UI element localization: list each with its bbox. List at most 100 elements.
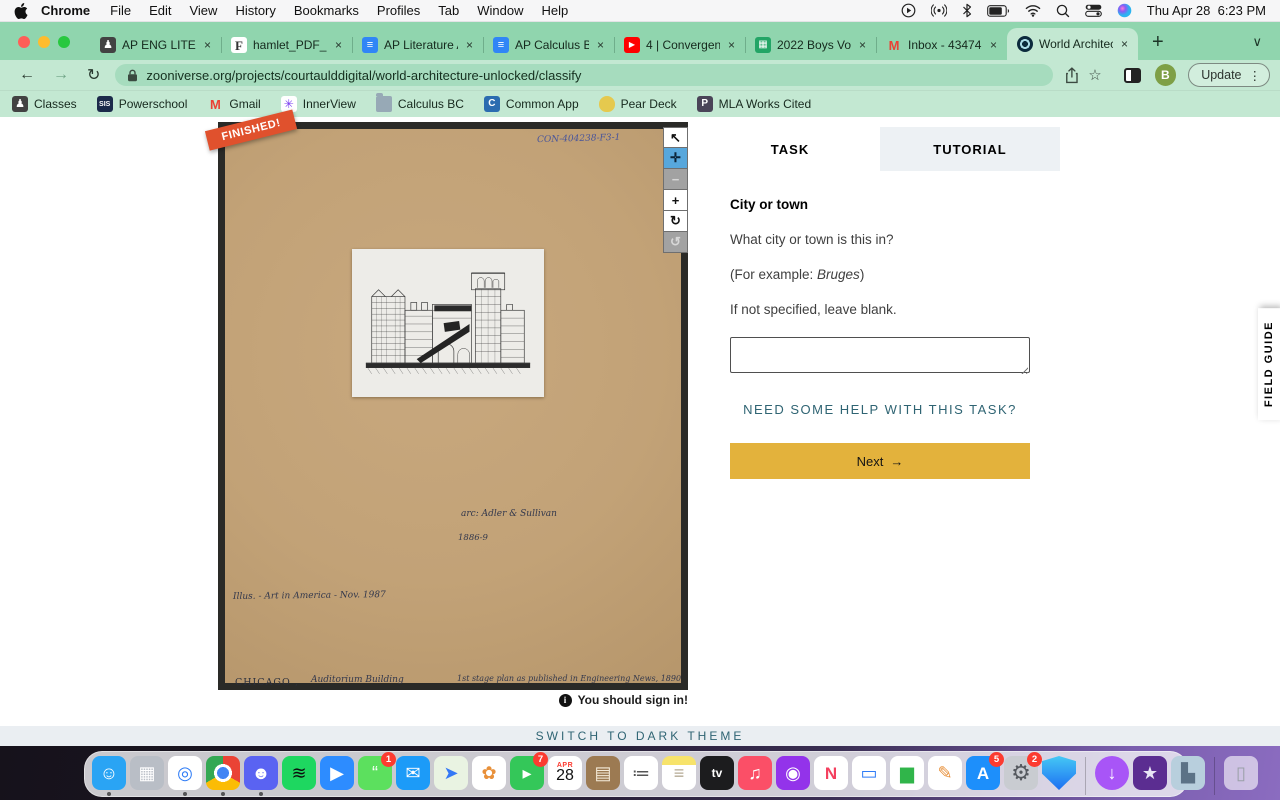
dock-notes-icon[interactable]: ≡ [661,755,697,797]
dock-music-icon[interactable]: ♫ [737,755,773,797]
dock-finder-icon[interactable]: ☺ [91,755,127,797]
chrome-update-button[interactable]: Update ⋮ [1188,63,1270,87]
dock-trash-icon[interactable]: ▯ [1223,755,1259,797]
share-icon[interactable] [1065,66,1079,84]
apple-menu-icon[interactable] [14,2,28,19]
browser-tab[interactable]: ≡ AP Calculus BC × [483,30,614,60]
menu-item-view[interactable]: View [180,3,226,18]
tab-task[interactable]: TASK [700,127,880,171]
pointer-tool-button[interactable]: ↖ [663,127,688,148]
browser-tab[interactable]: M Inbox - 43474@ × [876,30,1007,60]
close-icon[interactable]: × [857,38,868,52]
airdrop-icon[interactable] [930,3,947,18]
dock-photos-icon[interactable]: ✿ [471,755,507,797]
menu-item-bookmarks[interactable]: Bookmarks [285,3,368,18]
dock-mail-icon[interactable]: ✉ [395,755,431,797]
close-icon[interactable]: × [988,38,999,52]
siri-icon[interactable] [1117,3,1132,18]
bookmark-pear-deck[interactable]: Pear Deck [598,96,677,112]
bookmark-gmail[interactable]: M Gmail [207,96,261,112]
sidebar-toggle-icon[interactable] [1123,67,1141,83]
subject-viewer[interactable]: CON-404238-F3-1 arc: Adler & Sullivan 18… [218,122,688,690]
dock-keynote-icon[interactable]: ▭ [851,755,887,797]
close-icon[interactable]: × [333,38,344,52]
dock-facetime-icon[interactable]: ▸ 7 [509,752,548,797]
bookmark-classes[interactable]: ♟ Classes [12,96,77,112]
window-close-button[interactable] [18,36,30,48]
task-help-link[interactable]: NEED SOME HELP WITH THIS TASK? [730,402,1030,417]
bookmark-calculus-bc[interactable]: Calculus BC [375,93,464,112]
browser-tab[interactable]: World Architect × [1007,28,1138,60]
zoom-in-tool-button[interactable]: + [663,190,688,211]
dock-calendar-icon[interactable]: APR 28 [547,755,583,797]
menu-item-tab[interactable]: Tab [429,3,468,18]
dock-messages-icon[interactable]: “1 [357,752,396,797]
new-tab-button[interactable]: + [1152,31,1164,54]
field-guide-tab[interactable]: FIELD GUIDE [1258,308,1280,421]
menu-item-history[interactable]: History [226,3,284,18]
spotlight-icon[interactable] [1056,4,1070,18]
dock-numbers-icon[interactable]: ▆ [889,755,925,797]
browser-tab[interactable]: ▦ 2022 Boys Volle × [745,30,876,60]
bookmark-star-icon[interactable]: ☆ [1088,66,1101,84]
tab-search-chevron-icon[interactable]: ∨ [1252,34,1262,50]
dock-imovie-icon[interactable]: ★ [1132,755,1168,797]
dock-launchpad-icon[interactable]: ▦ [129,755,165,797]
dock-minimized-window-icon[interactable]: ▙ [1170,755,1206,797]
dock-vpn-shield-icon[interactable] [1041,755,1077,797]
rotate-tool-button[interactable]: ↻ [663,211,688,232]
dock-podcasts-icon[interactable]: ◉ [775,755,811,797]
browser-tab[interactable]: ≡ AP Literature A × [352,30,483,60]
kebab-menu-icon[interactable]: ⋮ [1249,68,1262,83]
reset-tool-button[interactable]: ↺ [663,232,688,253]
close-icon[interactable]: × [202,38,213,52]
dock-spotify-icon[interactable]: ≋ [281,755,317,797]
dock-chrome-icon[interactable] [205,755,241,797]
dock-app-store-icon[interactable]: A5 [965,752,1004,797]
dock-safari-icon[interactable]: ◎ [167,755,203,797]
browser-tab[interactable]: ▶ 4 | Convergent × [614,30,745,60]
dock-maps-icon[interactable]: ➤ [433,755,469,797]
dock-zoom-icon[interactable]: ▶ [319,755,355,797]
close-icon[interactable]: × [595,38,606,52]
dock-apple-tv-icon[interactable]: tv [699,755,735,797]
dock-discord-icon[interactable]: ☻ [243,755,279,797]
dock-system-settings-icon[interactable]: ⚙ 2 [1003,752,1042,797]
dock-contacts-icon[interactable]: ▤ [585,755,621,797]
close-icon[interactable]: × [1119,37,1130,51]
tab-tutorial[interactable]: TUTORIAL [880,127,1060,171]
forward-button[interactable]: → [44,66,78,84]
zoom-out-tool-button[interactable]: − [663,169,688,190]
browser-tab[interactable]: Fhamlet_PDF_Fo × [221,30,352,60]
menu-item-help[interactable]: Help [533,3,578,18]
bookmark-powerschool[interactable]: SIS Powerschool [96,96,187,112]
back-button[interactable]: ← [10,66,44,84]
switch-theme-link[interactable]: SWITCH TO DARK THEME [536,729,745,743]
close-icon[interactable]: × [464,38,475,52]
play-circle-icon[interactable] [901,3,916,18]
city-input[interactable] [730,337,1030,373]
next-button[interactable]: Next → [730,443,1030,479]
close-icon[interactable]: × [726,38,737,52]
menu-item-file[interactable]: File [101,3,140,18]
browser-tab[interactable]: ♟ AP ENG LITERA × [90,30,221,60]
dock-pages-icon[interactable]: ✎ [927,755,963,797]
menu-item-profiles[interactable]: Profiles [368,3,429,18]
bookmark-common-app[interactable]: C Common App [483,96,579,112]
bookmark-mla-works-cited[interactable]: P MLA Works Cited [696,96,811,112]
window-minimize-button[interactable] [38,36,50,48]
menu-item-edit[interactable]: Edit [140,3,180,18]
menu-item-chrome[interactable]: Chrome [32,3,101,18]
display-toggles-icon[interactable] [1084,4,1102,17]
dock-news-icon[interactable]: N [813,755,849,797]
dock-installer-icon[interactable]: ↓ [1094,755,1130,797]
reload-button[interactable]: ↻ [78,65,109,85]
battery-icon[interactable] [986,4,1010,17]
pan-tool-button[interactable]: ✛ [663,148,688,169]
dock-reminders-icon[interactable]: ≔ [623,755,659,797]
bluetooth-icon[interactable] [962,3,972,18]
menubar-clock[interactable]: Thu Apr 28 6:23 PM [1147,3,1266,18]
menu-item-window[interactable]: Window [468,3,532,18]
wifi-icon[interactable] [1025,4,1041,17]
profile-avatar[interactable]: B [1154,64,1177,86]
